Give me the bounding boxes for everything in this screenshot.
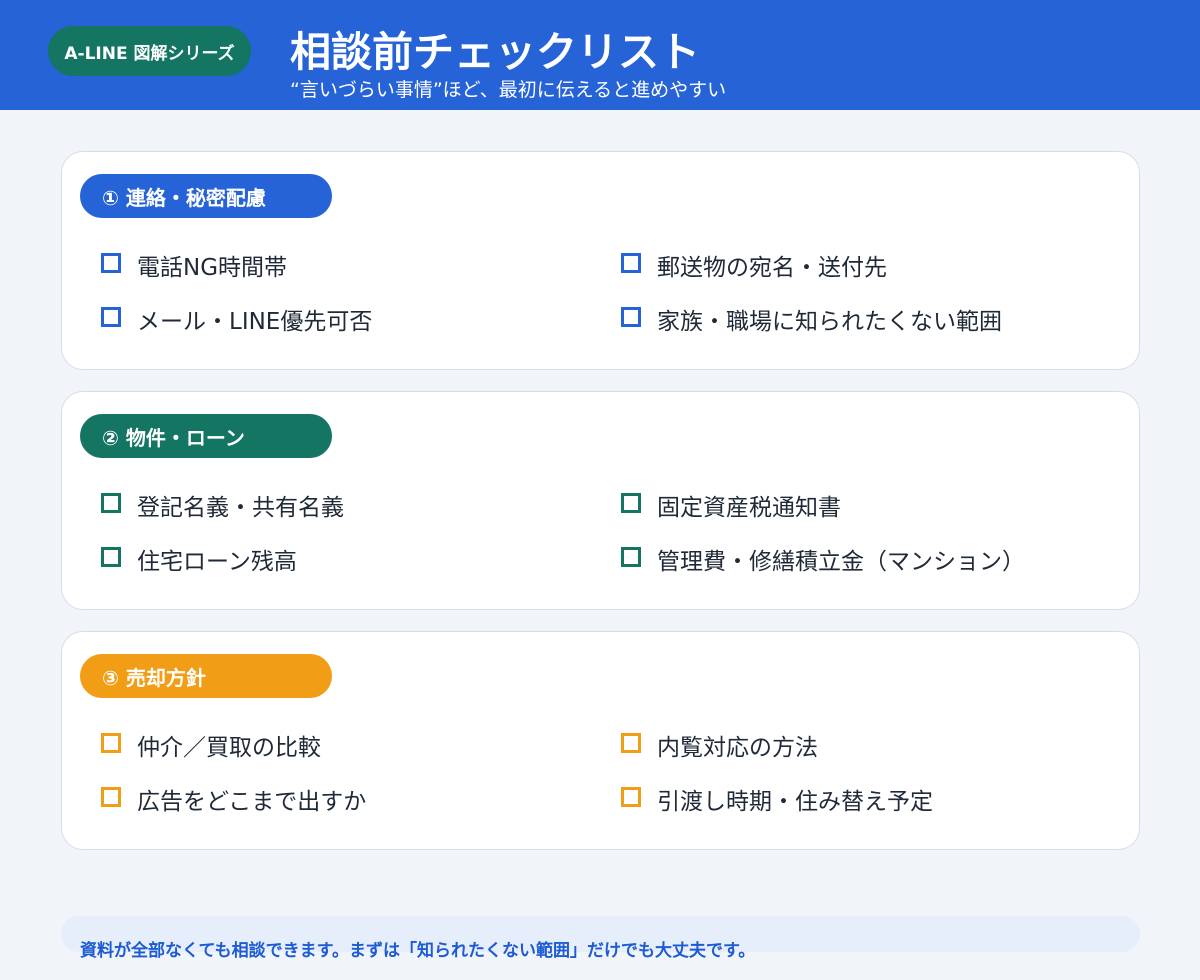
checkbox[interactable] — [621, 733, 641, 753]
checklist-item[interactable]: 電話NG時間帯 — [101, 248, 287, 282]
checklist-item[interactable]: 住宅ローン残高 — [101, 542, 297, 576]
checkbox[interactable] — [101, 493, 121, 513]
checklist-item[interactable]: 内覧対応の方法 — [621, 728, 818, 762]
checklist-item[interactable]: 固定資産税通知書 — [621, 488, 841, 522]
checkbox[interactable] — [621, 253, 641, 273]
checkbox[interactable] — [101, 253, 121, 273]
checklist-item-label: 管理費・修繕積立金（マンション） — [657, 549, 1025, 575]
checkbox[interactable] — [621, 547, 641, 567]
footer-note: 資料が全部なくても相談できます。まずは「知られたくない範囲」だけでも大丈夫です。 — [80, 941, 756, 961]
checklist-item-label: 仲介／買取の比較 — [137, 735, 321, 761]
checklist-item[interactable]: 家族・職場に知られたくない範囲 — [621, 302, 1002, 336]
checklist-item-label: 内覧対応の方法 — [657, 735, 818, 761]
checklist-item-label: 住宅ローン残高 — [137, 549, 297, 575]
checkbox[interactable] — [101, 307, 121, 327]
checkbox[interactable] — [101, 547, 121, 567]
checkbox[interactable] — [101, 733, 121, 753]
checklist-item[interactable]: 登記名義・共有名義 — [101, 488, 344, 522]
checklist-item[interactable]: 郵送物の宛名・送付先 — [621, 248, 887, 282]
section-card-contact: ① 連絡・秘密配慮 電話NG時間帯 郵送物の宛名・送付先 メール・LINE優先可… — [61, 151, 1140, 370]
checklist-item-label: 電話NG時間帯 — [137, 255, 288, 281]
checkbox[interactable] — [101, 787, 121, 807]
checklist-item-label: 家族・職場に知られたくない範囲 — [657, 309, 1002, 335]
checklist-item[interactable]: メール・LINE優先可否 — [101, 302, 372, 336]
checklist-item-label: 広告をどこまで出すか — [137, 789, 367, 815]
checklist-item[interactable]: 引渡し時期・住み替え予定 — [621, 782, 933, 816]
header-bar: A-LINE 図解シリーズ 相談前チェックリスト “言いづらい事情”ほど、最初に… — [0, 0, 1200, 110]
section-title-property-loan: ② 物件・ローン — [80, 414, 332, 458]
section-title-contact: ① 連絡・秘密配慮 — [80, 174, 332, 218]
checkbox[interactable] — [621, 307, 641, 327]
page-subtitle: “言いづらい事情”ほど、最初に伝えると進めやすい — [290, 79, 727, 101]
checklist-item-label: 登記名義・共有名義 — [137, 495, 344, 521]
checklist-item-label: 引渡し時期・住み替え予定 — [657, 789, 933, 815]
checklist-item[interactable]: 広告をどこまで出すか — [101, 782, 366, 816]
checklist-item-label: 固定資産税通知書 — [657, 495, 841, 521]
checkbox[interactable] — [621, 787, 641, 807]
page-title: 相談前チェックリスト — [290, 28, 700, 76]
section-title-sale-policy: ③ 売却方針 — [80, 654, 332, 698]
checklist-item-label: メール・LINE優先可否 — [137, 309, 373, 335]
checklist-item[interactable]: 仲介／買取の比較 — [101, 728, 321, 762]
checklist-item[interactable]: 管理費・修繕積立金（マンション） — [621, 542, 1025, 576]
checklist-item-label: 郵送物の宛名・送付先 — [657, 255, 887, 281]
section-card-property-loan: ② 物件・ローン 登記名義・共有名義 固定資産税通知書 住宅ローン残高 管理費・… — [61, 391, 1140, 610]
series-badge: A-LINE 図解シリーズ — [48, 26, 251, 76]
section-card-sale-policy: ③ 売却方針 仲介／買取の比較 内覧対応の方法 広告をどこまで出すか 引渡し時期… — [61, 631, 1140, 850]
checkbox[interactable] — [621, 493, 641, 513]
